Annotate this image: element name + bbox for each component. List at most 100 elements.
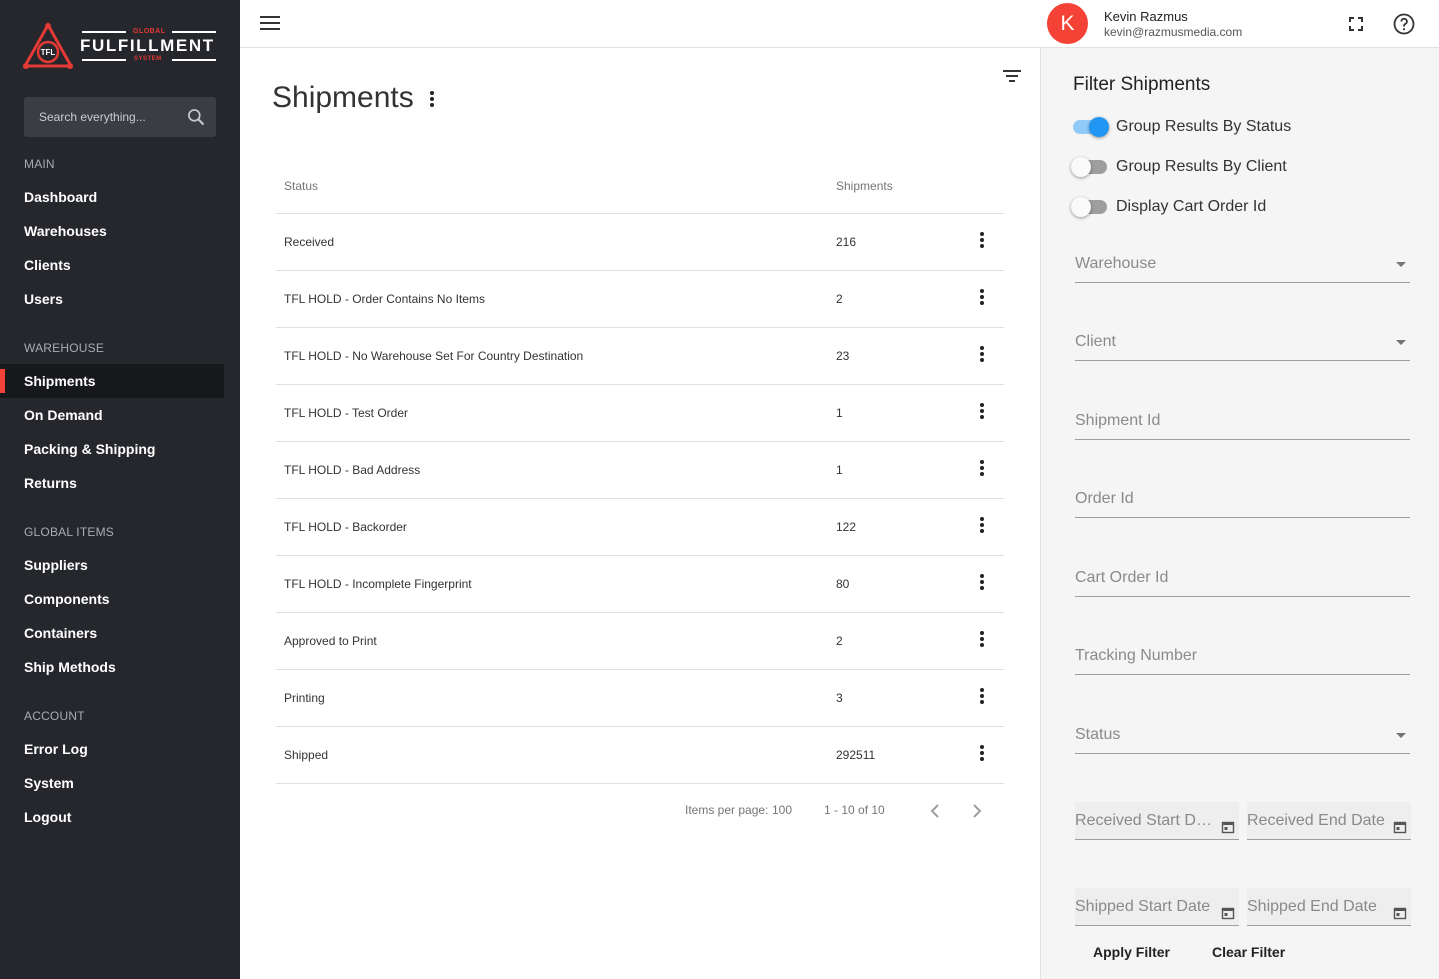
status-cell: TFL HOLD - Backorder (284, 520, 407, 534)
shipped-end-date-field[interactable]: Shipped End Date (1247, 888, 1411, 926)
warehouse-select[interactable]: Warehouse (1075, 245, 1410, 283)
sidebar-item-containers[interactable]: Containers (0, 616, 224, 650)
order-id-field[interactable]: Order Id (1075, 480, 1410, 518)
sidebar-item-packing-shipping[interactable]: Packing & Shipping (0, 432, 224, 466)
received-start-date-field[interactable]: Received Start Date (1075, 802, 1239, 840)
more-vert-icon[interactable] (426, 91, 438, 111)
sidebar-item-suppliers[interactable]: Suppliers (0, 548, 224, 582)
filter-panel: Filter Shipments Group Results By Status… (1040, 48, 1439, 979)
more-vert-icon[interactable] (976, 631, 988, 651)
shipments-count-cell: 2 (836, 634, 843, 648)
shipped-end-date-label: Shipped End Date (1247, 898, 1377, 915)
apply-filter-button[interactable]: Apply Filter (1093, 944, 1170, 960)
app-logo[interactable]: TFL GLOBAL FULFILLMENT SYSTEM (22, 22, 218, 72)
table-row[interactable]: TFL HOLD - Test Order 1 (276, 385, 1004, 442)
shipment-id-field[interactable]: Shipment Id (1075, 402, 1410, 440)
sidebar-item-shipments[interactable]: Shipments (0, 364, 224, 398)
received-end-date-field[interactable]: Received End Date (1247, 802, 1411, 840)
shipped-start-date-field[interactable]: Shipped Start Date (1075, 888, 1239, 926)
tracking-number-field[interactable]: Tracking Number (1075, 637, 1410, 675)
more-vert-icon[interactable] (976, 574, 988, 594)
column-header-status[interactable]: Status (284, 179, 318, 193)
search-input[interactable]: Search everything... (24, 97, 216, 137)
logo-line (172, 31, 216, 33)
client-select-label: Client (1075, 333, 1116, 350)
calendar-icon[interactable] (1221, 906, 1235, 920)
fullscreen-icon[interactable] (1344, 12, 1368, 36)
status-select[interactable]: Status (1075, 716, 1410, 754)
sidebar-item-logout[interactable]: Logout (0, 800, 224, 834)
menu-icon[interactable] (260, 16, 280, 32)
logo-name-text: FULFILLMENT (80, 36, 215, 55)
more-vert-icon[interactable] (976, 403, 988, 423)
more-vert-icon[interactable] (976, 688, 988, 708)
calendar-icon[interactable] (1221, 820, 1235, 834)
shipped-start-date-label: Shipped Start Date (1075, 898, 1211, 915)
logo-line (82, 31, 126, 33)
table-row[interactable]: TFL HOLD - Order Contains No Items 2 (276, 271, 1004, 328)
search-icon[interactable] (186, 107, 206, 127)
sidebar-item-dashboard[interactable]: Dashboard (0, 180, 224, 214)
sidebar-item-system[interactable]: System (0, 766, 224, 800)
more-vert-icon[interactable] (976, 517, 988, 537)
top-header: K Kevin Razmus kevin@razmusmedia.com (240, 0, 1439, 48)
order-id-label: Order Id (1075, 490, 1134, 507)
table-row[interactable]: TFL HOLD - Bad Address 1 (276, 442, 1004, 499)
sidebar-item-error-log[interactable]: Error Log (0, 732, 224, 766)
more-vert-icon[interactable] (976, 745, 988, 765)
table-header: Status Shipments (276, 158, 1004, 214)
shipments-count-cell: 3 (836, 691, 843, 705)
table-row[interactable]: TFL HOLD - No Warehouse Set For Country … (276, 328, 1004, 385)
sidebar-section-main: MAIN (24, 157, 55, 171)
sidebar-item-components[interactable]: Components (0, 582, 224, 616)
status-cell: TFL HOLD - Test Order (284, 406, 409, 420)
sidebar-item-ship-methods[interactable]: Ship Methods (0, 650, 224, 684)
status-cell: TFL HOLD - Incomplete Fingerprint (284, 577, 472, 591)
filter-list-icon[interactable] (1002, 68, 1022, 84)
table-row[interactable]: Received 216 (276, 214, 1004, 271)
items-per-page-select[interactable]: 100 (772, 803, 792, 817)
group-by-client-toggle[interactable] (1071, 154, 1109, 178)
more-vert-icon[interactable] (976, 346, 988, 366)
table-row[interactable]: TFL HOLD - Incomplete Fingerprint 80 (276, 556, 1004, 613)
sidebar-section-account: ACCOUNT (24, 709, 85, 723)
items-per-page-label: Items per page: (685, 803, 769, 817)
table-row[interactable]: Printing 3 (276, 670, 1004, 727)
status-cell: Approved to Print (284, 634, 377, 648)
logo-system-text: SYSTEM (134, 56, 162, 62)
sidebar-item-returns[interactable]: Returns (0, 466, 224, 500)
status-cell: TFL HOLD - Bad Address (284, 463, 421, 477)
client-select[interactable]: Client (1075, 323, 1410, 361)
calendar-icon[interactable] (1393, 906, 1407, 920)
help-icon[interactable] (1392, 12, 1416, 36)
column-header-shipments[interactable]: Shipments (836, 179, 893, 193)
shipments-count-cell: 1 (836, 463, 843, 477)
shipments-count-cell: 292511 (836, 748, 876, 762)
avatar[interactable]: K (1047, 3, 1088, 44)
status-cell: Received (284, 235, 335, 249)
cart-order-id-field[interactable]: Cart Order Id (1075, 559, 1410, 597)
logo-global-text: GLOBAL (133, 28, 166, 35)
page-title: Shipments (272, 81, 414, 114)
more-vert-icon[interactable] (976, 460, 988, 480)
calendar-icon[interactable] (1393, 820, 1407, 834)
clear-filter-button[interactable]: Clear Filter (1212, 944, 1285, 960)
table-row[interactable]: TFL HOLD - Backorder 122 (276, 499, 1004, 556)
table-row[interactable]: Shipped 292511 (276, 727, 1004, 784)
logo-line (172, 59, 216, 61)
sidebar-item-warehouses[interactable]: Warehouses (0, 214, 224, 248)
group-by-status-toggle[interactable] (1071, 114, 1109, 138)
sidebar-item-clients[interactable]: Clients (0, 248, 224, 282)
sidebar-item-users[interactable]: Users (0, 282, 224, 316)
more-vert-icon[interactable] (976, 289, 988, 309)
shipments-table: Status Shipments Received 216 TFL HOLD - O… (276, 158, 1004, 784)
table-row[interactable]: Approved to Print 2 (276, 613, 1004, 670)
display-cart-order-id-toggle[interactable] (1071, 194, 1109, 218)
sidebar-item-on-demand[interactable]: On Demand (0, 398, 224, 432)
sidebar: TFL GLOBAL FULFILLMENT SYSTEM Search eve… (0, 0, 240, 979)
more-vert-icon[interactable] (976, 232, 988, 252)
status-cell: Printing (284, 691, 325, 705)
chevron-right-icon[interactable] (966, 801, 986, 821)
chevron-left-icon[interactable] (926, 801, 946, 821)
shipment-id-label: Shipment Id (1075, 412, 1161, 429)
